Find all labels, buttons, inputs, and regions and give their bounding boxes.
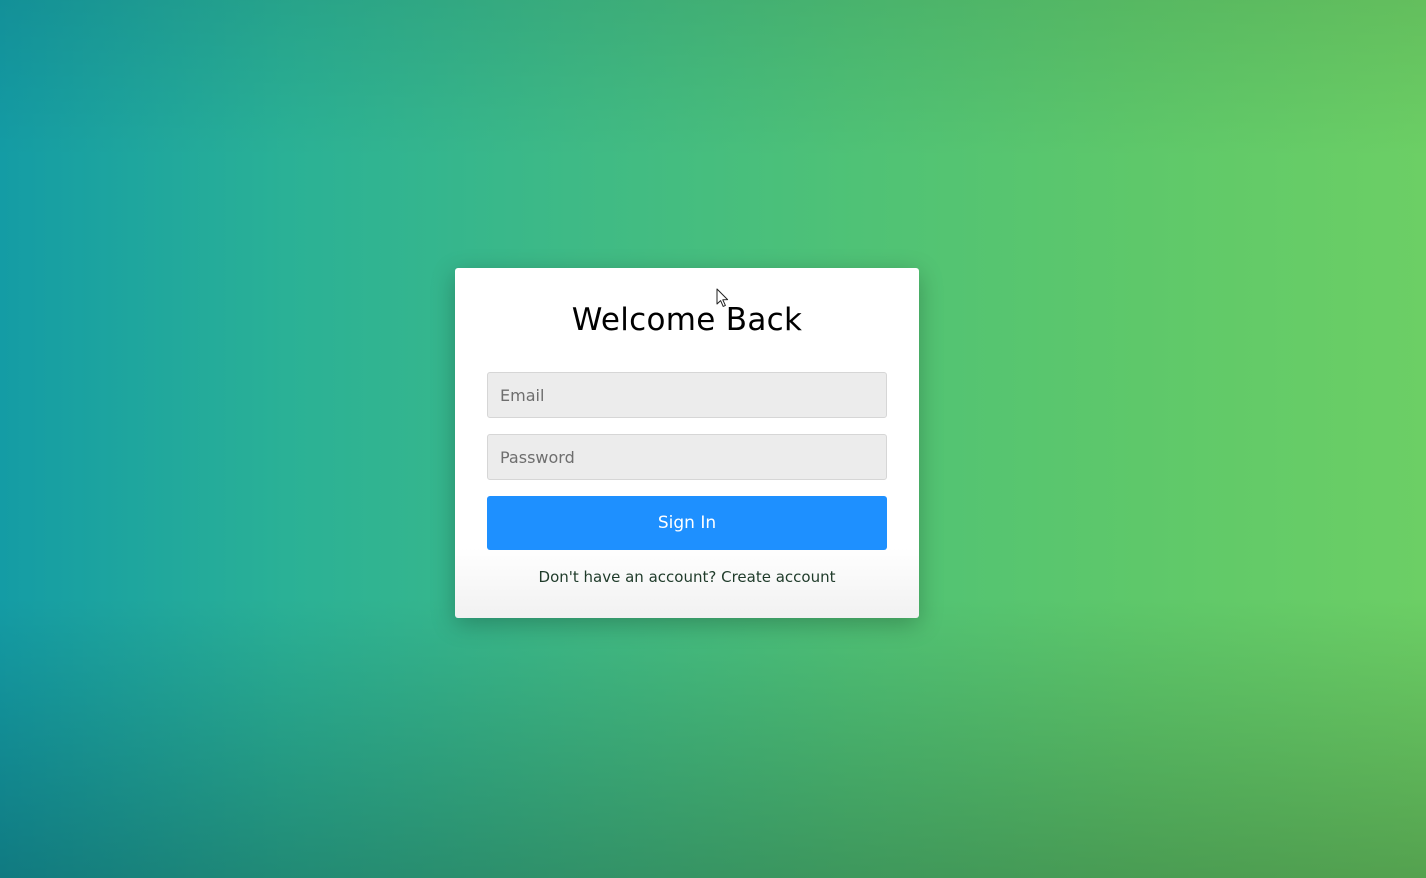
mouse-pointer-icon xyxy=(716,288,729,307)
login-card: Welcome Back Sign In Don't have an accou… xyxy=(455,268,919,618)
signup-prompt-text: Don't have an account? xyxy=(538,568,717,586)
email-field[interactable] xyxy=(487,372,887,418)
password-field[interactable] xyxy=(487,434,887,480)
sign-in-button[interactable]: Sign In xyxy=(487,496,887,550)
create-account-link[interactable]: Create account xyxy=(721,568,835,586)
signup-prompt: Don't have an account? Create account xyxy=(487,568,887,586)
page-title: Welcome Back xyxy=(571,302,803,338)
